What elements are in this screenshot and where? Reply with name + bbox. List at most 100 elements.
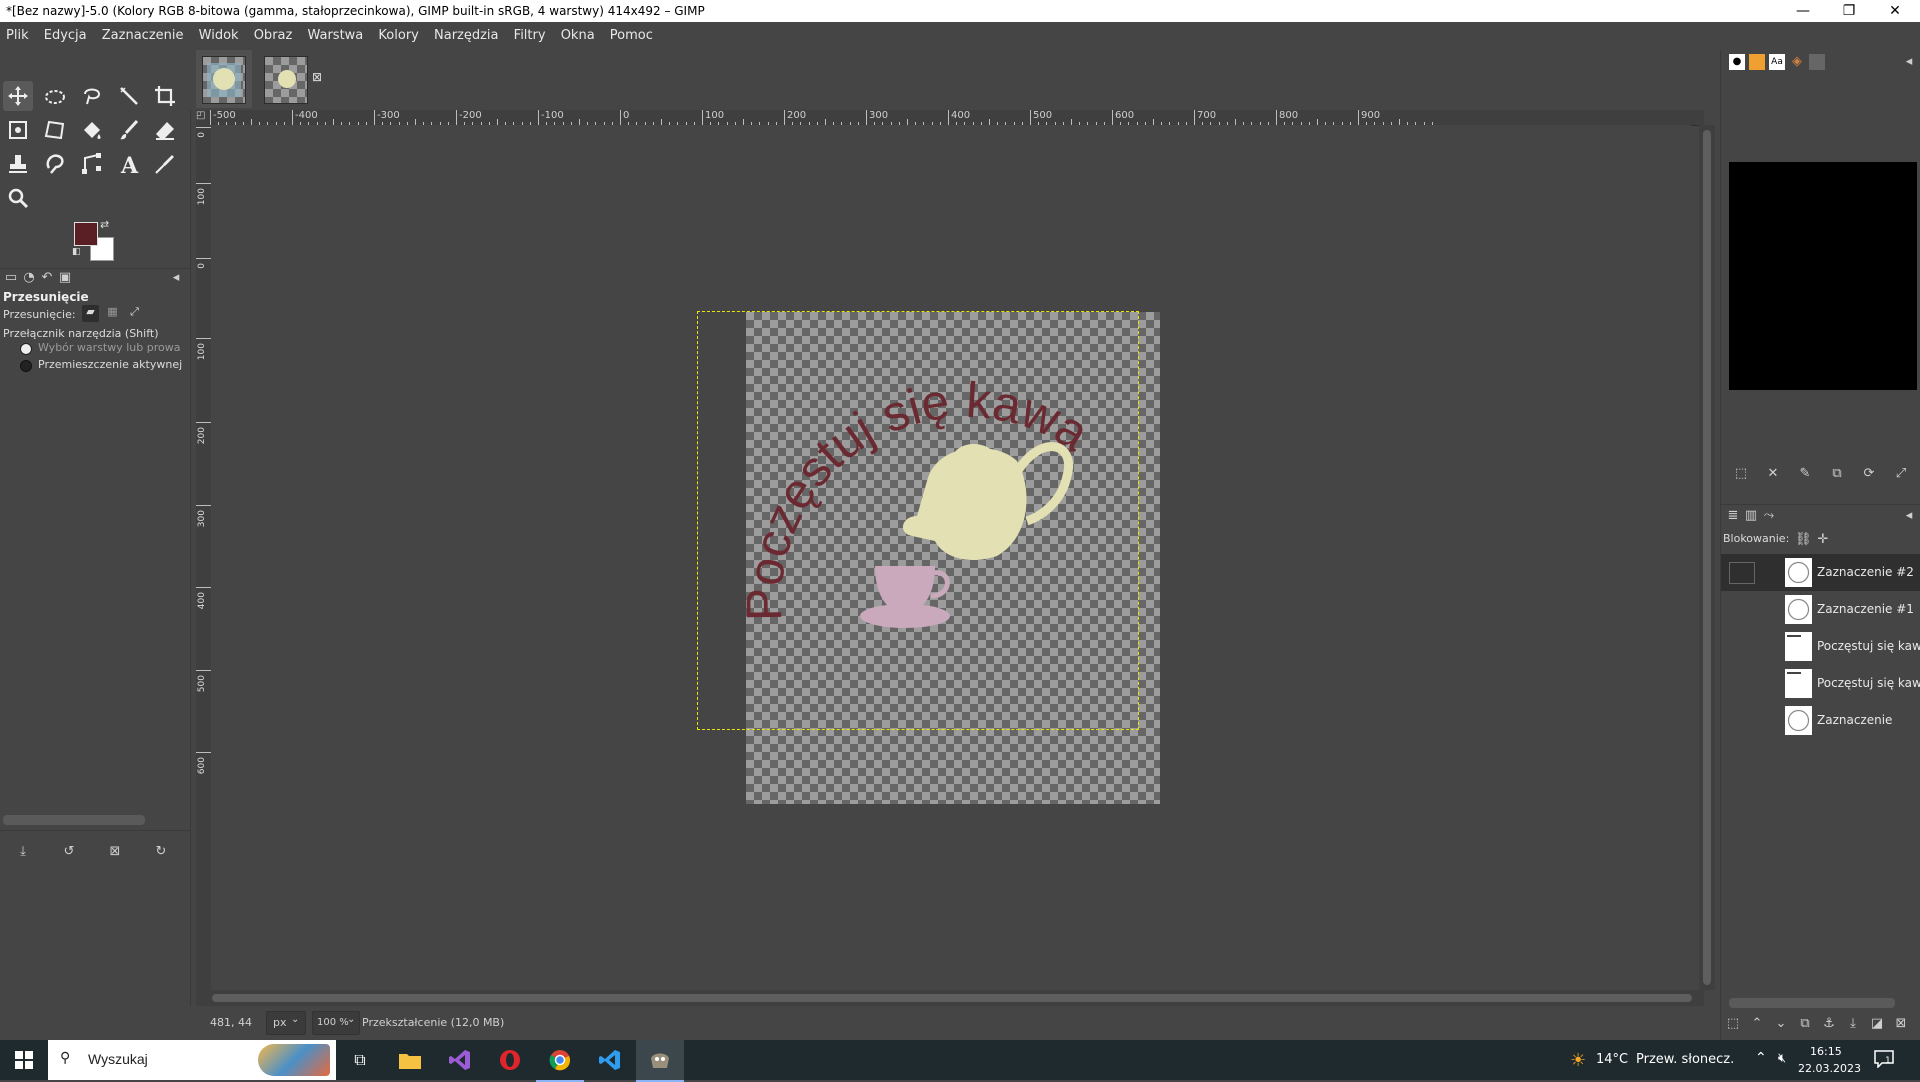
taskbar-search[interactable]: ⚲ Wyszukaj (48, 1040, 336, 1080)
weather-temp[interactable]: 14°C (1596, 1052, 1628, 1067)
minimize-button[interactable]: — (1780, 0, 1826, 22)
layers-configure-icon[interactable]: ◂ (1901, 508, 1917, 524)
vertical-ruler[interactable]: 0 100 0 100 200 300 400 500 600 (196, 125, 212, 990)
horizontal-scroll-thumb[interactable] (212, 994, 1692, 1002)
palettes-tab-icon[interactable] (1809, 54, 1825, 70)
layers-tab-icon[interactable]: ≣ (1725, 508, 1741, 524)
move-tool-icon[interactable] (3, 81, 33, 111)
zoom-selector[interactable]: 100 % ⌄ (312, 1011, 360, 1035)
gradients-tab-icon[interactable]: ◈ (1789, 54, 1805, 70)
new-icon[interactable]: ⬚ (1733, 466, 1749, 482)
menu-layer[interactable]: Warstwa (301, 22, 368, 43)
move-path-mode-icon[interactable]: ⤢ (126, 305, 143, 322)
vertical-scroll-thumb[interactable] (1703, 130, 1711, 985)
merge-layer-icon[interactable]: ⤓ (1845, 1016, 1861, 1032)
open-icon[interactable]: ⤢ (1893, 466, 1909, 482)
navigation-preview[interactable] (1729, 162, 1917, 390)
default-colors-icon[interactable]: ◧ (72, 247, 81, 257)
unit-selector[interactable]: px ⌄ (266, 1011, 306, 1035)
visual-studio-icon[interactable] (436, 1040, 484, 1080)
file-explorer-icon[interactable] (386, 1040, 434, 1080)
layer-row[interactable]: Zaznaczenie #2 (1721, 554, 1920, 591)
raise-layer-icon[interactable]: ⌃ (1749, 1016, 1765, 1032)
close-tab-icon[interactable]: ⊠ (312, 70, 322, 84)
save-preset-icon[interactable]: ⤓ (15, 844, 31, 860)
restore-preset-icon[interactable]: ↺ (61, 844, 77, 860)
smudge-icon[interactable] (40, 149, 70, 179)
volume-muted-icon[interactable]: 🔇︎ (1778, 1051, 1786, 1066)
ruler-corner-icon[interactable]: ◰ (196, 110, 205, 121)
reset-options-icon[interactable]: ↻ (153, 844, 169, 860)
duplicate-layer-icon[interactable]: ⧉ (1797, 1016, 1813, 1032)
maximize-button[interactable]: ❐ (1826, 0, 1872, 22)
image-tab-active[interactable] (196, 50, 252, 108)
perspective-icon[interactable] (40, 115, 70, 145)
layer-row[interactable]: Poczęstuj się kaw (1721, 628, 1920, 665)
chevron-up-icon[interactable]: ⌃ (1755, 1050, 1767, 1066)
eraser-icon[interactable] (150, 115, 180, 145)
ellipse-select-icon[interactable] (40, 81, 70, 111)
crop-tool-icon[interactable] (150, 81, 180, 111)
configure-tab-icon[interactable]: ◂ (168, 270, 184, 286)
paths-tab-icon[interactable]: ⤳ (1761, 508, 1777, 524)
close-button[interactable]: ✕ (1872, 0, 1918, 22)
layer-row[interactable]: Poczęstuj się kaw (1721, 665, 1920, 702)
clock-date[interactable]: 22.03.2023 (1798, 1062, 1861, 1075)
visibility-toggle[interactable] (1729, 562, 1755, 584)
menu-help[interactable]: Pomoc (604, 22, 658, 43)
layer-row[interactable]: Zaznaczenie (1721, 702, 1920, 739)
dock-configure-icon[interactable]: ◂ (1901, 54, 1917, 70)
unified-transform-icon[interactable] (3, 115, 33, 145)
clock-time[interactable]: 16:15 (1810, 1045, 1842, 1058)
notifications-icon[interactable]: 1 (1874, 1050, 1896, 1070)
menu-tools[interactable]: Narzędzia (428, 22, 504, 43)
images-tab-icon[interactable]: ▣ (57, 270, 73, 286)
device-status-tab-icon[interactable]: ◔ (21, 270, 37, 286)
paths-tool-icon[interactable] (77, 149, 107, 179)
channels-tab-icon[interactable]: ▥ (1743, 508, 1759, 524)
move-selection-mode-icon[interactable]: ▦ (104, 305, 121, 322)
canvas-area[interactable]: Poczęstuj się kawą (211, 125, 1691, 990)
vertical-scrollbar[interactable] (1699, 125, 1715, 990)
start-button[interactable] (0, 1040, 48, 1080)
edit-icon[interactable]: ✎ (1797, 466, 1813, 482)
lower-layer-icon[interactable]: ⌄ (1773, 1016, 1789, 1032)
weather-icon[interactable]: ☀ (1570, 1050, 1586, 1071)
toolbox-scrollbar[interactable] (3, 815, 145, 825)
new-layer-icon[interactable]: ⬚ (1725, 1016, 1741, 1032)
swap-colors-icon[interactable]: ⇄ (100, 218, 109, 231)
menu-image[interactable]: Obraz (248, 22, 298, 43)
menu-file[interactable]: Plik (0, 22, 34, 43)
delete-preset-icon[interactable]: ⊠ (107, 844, 123, 860)
option-pick-layer-radio[interactable] (20, 343, 32, 355)
move-layer-mode-icon[interactable]: ▰ (82, 305, 99, 322)
anchor-layer-icon[interactable]: ⚓ (1821, 1016, 1837, 1032)
undo-history-tab-icon[interactable]: ↶ (39, 270, 55, 286)
menu-edit[interactable]: Edycja (38, 22, 92, 43)
weather-desc[interactable]: Przew. słonecz. (1636, 1052, 1734, 1067)
delete-layer-icon[interactable]: ⊠ (1893, 1016, 1909, 1032)
menu-view[interactable]: Widok (193, 22, 244, 43)
paintbrush-icon[interactable] (114, 115, 144, 145)
horizontal-ruler[interactable]: ◰ -500 -400 -300 -200 -100 0 100 200 300 400 500 60… (196, 110, 1704, 126)
color-picker-icon[interactable] (150, 149, 180, 179)
bucket-fill-icon[interactable] (77, 115, 107, 145)
zoom-tool-icon[interactable] (3, 183, 33, 213)
menu-windows[interactable]: Okna (555, 22, 600, 43)
mask-layer-icon[interactable]: ◪ (1869, 1016, 1885, 1032)
opera-icon[interactable] (486, 1040, 534, 1080)
duplicate-icon[interactable]: ⧉ (1829, 466, 1845, 482)
lasso-select-icon[interactable] (77, 81, 107, 111)
text-tool-icon[interactable]: A (114, 149, 144, 179)
lock-position-icon[interactable]: ✛ (1815, 532, 1831, 548)
horizontal-scrollbar[interactable] (196, 990, 1704, 1006)
lock-pixels-icon[interactable]: ⛓ (1795, 532, 1812, 548)
layer-row[interactable]: Zaznaczenie #1 (1721, 591, 1920, 628)
menu-select[interactable]: Zaznaczenie (96, 22, 189, 43)
vscode-icon[interactable] (586, 1040, 634, 1080)
delete-icon[interactable]: ✕ (1765, 466, 1781, 482)
patterns-tab-icon[interactable] (1749, 54, 1765, 70)
gimp-taskbar-icon[interactable] (636, 1040, 684, 1082)
fonts-tab-icon[interactable]: Aa (1769, 54, 1785, 70)
clone-tool-icon[interactable] (3, 149, 33, 179)
